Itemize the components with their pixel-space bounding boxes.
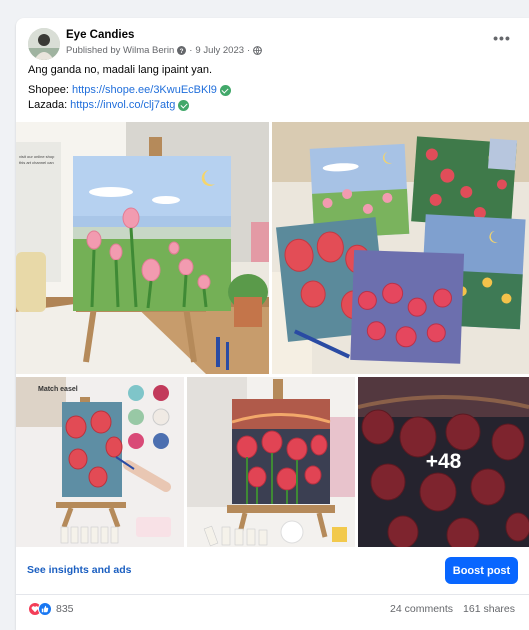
photo-1[interactable]: visit our online shop this art channel c… xyxy=(16,122,269,374)
shopee-link[interactable]: https://shope.ee/3KwuEcBKl9 xyxy=(72,84,217,96)
globe-icon xyxy=(253,46,263,55)
verified-check-icon xyxy=(178,99,190,111)
reaction-summary[interactable]: 835 xyxy=(28,602,74,616)
photo-4[interactable] xyxy=(187,377,355,547)
post-date[interactable]: 9 July 2023 xyxy=(195,45,244,56)
shopee-label: Shopee: xyxy=(28,84,69,96)
verified-check-icon xyxy=(219,84,231,96)
lazada-link[interactable]: https://invol.co/clj7atg xyxy=(70,99,175,111)
photo-5[interactable]: +48 xyxy=(358,377,529,547)
meta-dot: · xyxy=(189,45,193,56)
svg-text:visit our online shop: visit our online shop xyxy=(19,154,55,159)
svg-text:?: ? xyxy=(180,48,184,55)
boost-post-button[interactable]: Boost post xyxy=(445,557,518,584)
meta-dot: · xyxy=(247,45,251,56)
page-name[interactable]: Eye Candies xyxy=(66,29,134,41)
reaction-count: 835 xyxy=(56,603,74,615)
divider xyxy=(16,594,529,595)
lazada-label: Lazada: xyxy=(28,99,68,111)
post-header: Eye Candies Published by Wilma Berin ? ·… xyxy=(28,28,517,68)
photo-2[interactable] xyxy=(272,122,529,374)
like-reaction-icon xyxy=(38,602,52,616)
page-avatar[interactable] xyxy=(28,28,60,60)
svg-text:this art channel can: this art channel can xyxy=(19,160,54,165)
post-card: Eye Candies Published by Wilma Berin ? ·… xyxy=(16,18,529,630)
comments-count[interactable]: 24 comments xyxy=(390,603,453,615)
post-caption: Ang ganda no, madali lang ipaint yan. xyxy=(28,64,213,76)
shopee-line: Shopee: https://shope.ee/3KwuEcBKl9 xyxy=(28,84,231,96)
more-options-button[interactable]: ••• xyxy=(491,31,513,47)
see-insights-link[interactable]: See insights and ads xyxy=(27,564,131,576)
photo-3[interactable]: Match easel xyxy=(16,377,184,547)
published-by: Published by Wilma Berin xyxy=(66,45,175,56)
engagement-counts: 24 comments 161 shares xyxy=(390,603,515,615)
question-icon[interactable]: ? xyxy=(177,46,187,55)
more-photos-overlay[interactable]: +48 xyxy=(358,377,529,547)
shares-count[interactable]: 161 shares xyxy=(463,603,515,615)
post-meta: Published by Wilma Berin ? · 9 July 2023… xyxy=(66,45,263,56)
match-easel-text: Match easel xyxy=(38,386,78,393)
lazada-line: Lazada: https://invol.co/clj7atg xyxy=(28,99,190,111)
